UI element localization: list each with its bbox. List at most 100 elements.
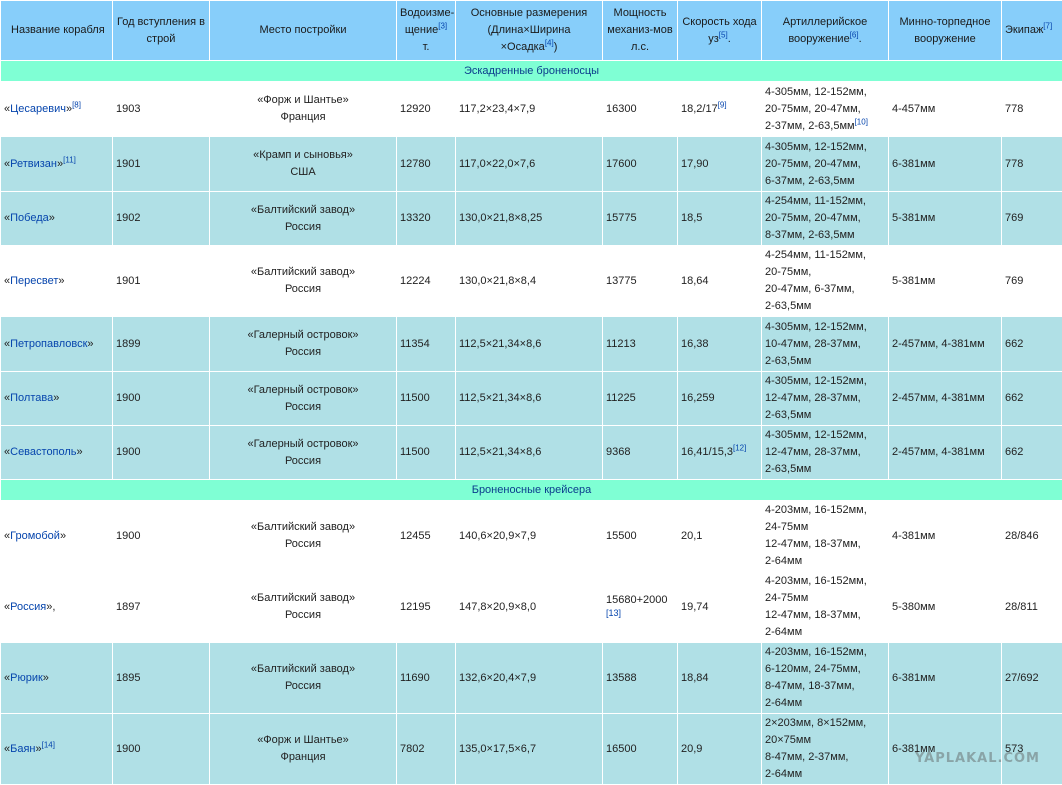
speed-value: 18,84 [681, 672, 709, 684]
country: Россия [285, 680, 321, 692]
ship-link[interactable]: Ретвизан [10, 158, 57, 170]
crew-cell: 778 [1002, 137, 1062, 192]
speed-value: 18,5 [681, 212, 702, 224]
ref-link[interactable]: [4] [545, 38, 554, 47]
header-dims-a: Основные размерения [471, 7, 588, 19]
ship-link[interactable]: Победа [10, 212, 49, 224]
ship-link[interactable]: Пересвет [10, 275, 58, 287]
ref-link[interactable]: [8] [72, 100, 81, 109]
ship-link[interactable]: Петропавловск [10, 338, 87, 350]
header-art-b: . [859, 33, 862, 45]
shipyard: «Крамп и сыновья» [253, 149, 353, 161]
speed-cell: 16,41/15,3[12] [678, 426, 762, 480]
artillery-line: 12-47мм, 28-37мм, [765, 392, 861, 404]
header-dimensions[interactable]: Основные размерения (Длина×Ширина ×Осадк… [456, 1, 603, 61]
artillery-line: 24-75мм [765, 521, 808, 533]
artillery-cell: 4-305мм, 12-152мм,20-75мм, 20-47мм,6-37м… [762, 137, 889, 192]
ref-link[interactable]: [6] [850, 30, 859, 39]
table-row: «Ретвизан»[11]1901«Крамп и сыновья»США12… [1, 137, 1062, 192]
country: Россия [285, 221, 321, 233]
header-artillery[interactable]: Артиллерийское вооружение[6]. [762, 1, 889, 61]
artillery-line: 12-47мм, 18-37мм, [765, 538, 861, 550]
dimensions-cell: 117,2×23,4×7,9 [456, 82, 603, 137]
ref-link[interactable]: [10] [855, 117, 868, 126]
power-value: 11225 [606, 392, 636, 404]
artillery-cell: 4-203мм, 16-152мм, 24-75мм 12-47мм, 18-37м… [762, 501, 889, 572]
header-name[interactable]: Название корабля [1, 1, 113, 61]
quote: » [43, 672, 49, 684]
header-speed[interactable]: Скорость хода уз[5]. [678, 1, 762, 61]
header-place[interactable]: Место постройки [210, 1, 397, 61]
place-cell: «Форж и Шантье»Франция [210, 714, 397, 785]
ship-link[interactable]: Рюрик [10, 672, 43, 684]
header-dims-c: ×Осадка [501, 41, 545, 53]
shipyard: «Галерный островок» [247, 384, 358, 396]
speed-value: 18,64 [681, 275, 709, 287]
header-disp-b: щение [405, 24, 438, 36]
header-displacement[interactable]: Водоизме- щение[3] т. [397, 1, 456, 61]
country: Россия [285, 455, 321, 467]
ship-link[interactable]: Громобой [10, 530, 60, 542]
dimensions-cell: 117,0×22,0×7,6 [456, 137, 603, 192]
mine-torpedo-cell: 2-457мм, 4-381мм [889, 372, 1002, 426]
header-power[interactable]: Мощность механиз-мов л.с. [603, 1, 678, 61]
dimensions-cell: 130,0×21,8×8,25 [456, 192, 603, 246]
ship-link[interactable]: Севастополь [10, 446, 76, 458]
displacement-cell: 11690 [397, 643, 456, 714]
displacement-cell: 12195 [397, 572, 456, 643]
artillery-line: 20-75мм, 20-47мм, [765, 212, 861, 224]
artillery-cell: 4-305мм, 12-152мм,10-47мм, 28-37мм,2-63,… [762, 317, 889, 372]
year-cell: 1901 [113, 246, 210, 317]
ship-name-cell: «Полтава» [1, 372, 113, 426]
ref-link[interactable]: [11] [63, 155, 76, 164]
shipyard: «Балтийский завод» [251, 592, 355, 604]
crew-cell: 769 [1002, 192, 1062, 246]
ship-link[interactable]: Цесаревич [10, 103, 66, 115]
artillery-cell: 4-305мм, 12-152мм,20-75мм, 20-47мм,2-37м… [762, 82, 889, 137]
artillery-line: 2-37мм, 2-63,5мм [765, 120, 855, 132]
ship-link[interactable]: Полтава [10, 392, 53, 404]
ref-link[interactable]: [9] [718, 100, 727, 109]
ref-link[interactable]: [13] [606, 608, 621, 618]
quote: » [60, 530, 66, 542]
header-mine[interactable]: Минно-торпедное вооружение [889, 1, 1002, 61]
speed-value: 19,74 [681, 601, 709, 613]
speed-cell: 16,38 [678, 317, 762, 372]
dimensions-cell: 112,5×21,34×8,6 [456, 426, 603, 480]
header-dims-d: ) [554, 41, 558, 53]
artillery-cell: 4-203мм, 16-152мм,24-75мм12-47мм, 18-37м… [762, 572, 889, 643]
speed-cell: 18,2/17[9] [678, 82, 762, 137]
header-row: Название корабля Год вступления в строй … [1, 1, 1062, 61]
crew-cell: 769 [1002, 246, 1062, 317]
shipyard: «Форж и Шантье» [257, 734, 349, 746]
mine-torpedo-cell: 2-457мм, 4-381мм [889, 426, 1002, 480]
power-value: 17600 [606, 158, 637, 170]
speed-value: 16,38 [681, 338, 709, 350]
power-cell: 16500 [603, 714, 678, 785]
ref-link[interactable]: [3] [438, 21, 447, 30]
ref-link[interactable]: [7] [1043, 21, 1052, 30]
header-crew[interactable]: Экипаж[7] [1002, 1, 1062, 61]
header-disp-c: т. [423, 41, 430, 53]
artillery-line: 20-75мм, 20-47мм, [765, 103, 861, 115]
artillery-line: 4-203мм, 16-152мм, [765, 504, 867, 516]
year-cell: 1895 [113, 643, 210, 714]
place-cell: «Балтийский завод»Россия [210, 246, 397, 317]
artillery-line: 2-64мм [765, 555, 802, 567]
artillery-line: 2-64мм [765, 768, 802, 780]
ref-link[interactable]: [12] [733, 443, 746, 452]
artillery-cell: 4-305мм, 12-152мм,12-47мм, 28-37мм,2-63,… [762, 372, 889, 426]
artillery-line: 4-203мм, 16-152мм, [765, 646, 867, 658]
dimensions-cell: 147,8×20,9×8,0 [456, 572, 603, 643]
table-body: Эскадренные броненосцы«Цесаревич»[8]1903… [1, 61, 1062, 785]
header-year[interactable]: Год вступления в строй [113, 1, 210, 61]
power-value: 13588 [606, 672, 637, 684]
ship-link[interactable]: Баян [10, 743, 35, 755]
power-cell: 9368 [603, 426, 678, 480]
ship-link[interactable]: Россия [10, 601, 46, 613]
mine-torpedo-cell: 5-381мм [889, 192, 1002, 246]
ref-link[interactable]: [5] [719, 30, 728, 39]
mine-torpedo-cell: 5-381мм [889, 246, 1002, 317]
shipyard: «Балтийский завод» [251, 663, 355, 675]
ref-link[interactable]: [14] [42, 740, 55, 749]
